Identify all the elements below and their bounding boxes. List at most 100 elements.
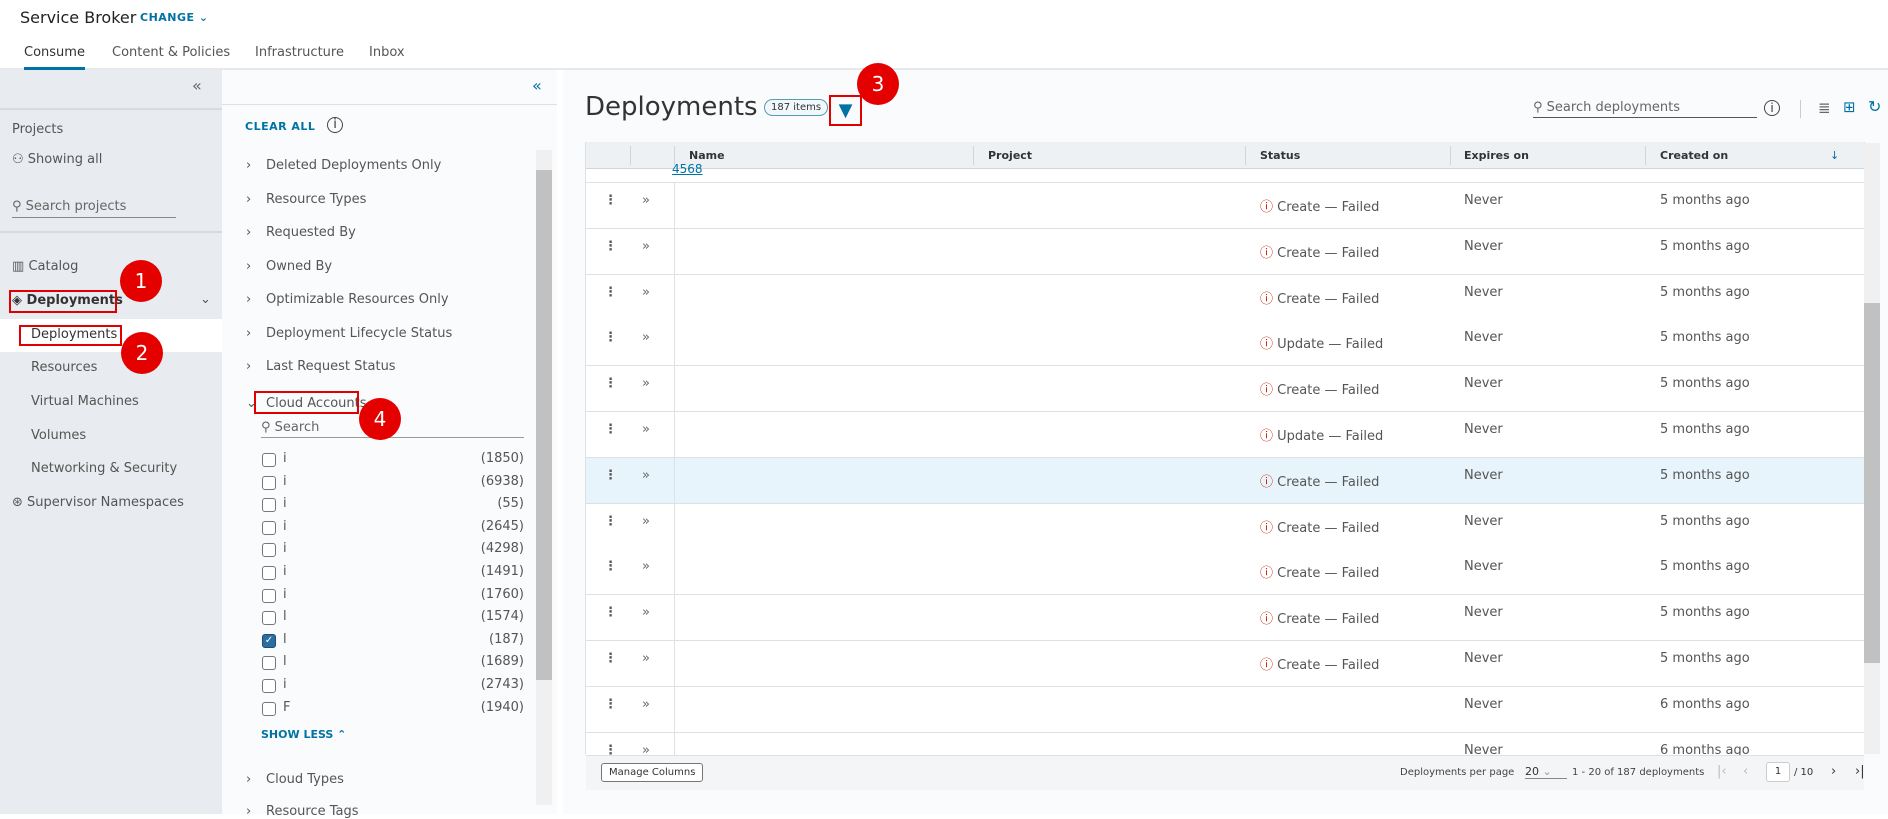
- deployment-name-link[interactable]: 4568: [672, 162, 703, 176]
- nav-resources[interactable]: Resources: [31, 360, 97, 375]
- expand-row-icon[interactable]: »: [642, 559, 650, 574]
- error-icon: ⓘ: [1260, 383, 1274, 399]
- next-page-icon[interactable]: ›: [1831, 764, 1836, 779]
- table-row[interactable]: ⋮ » ⓘ Create — Failed Never 5 months ago: [586, 183, 1864, 229]
- cloud-account-checkbox[interactable]: ✓: [262, 633, 276, 648]
- nav-supervisor-namespaces[interactable]: ⊛ Supervisor Namespaces: [12, 495, 184, 510]
- column-project[interactable]: Project: [988, 142, 1033, 169]
- row-actions-icon[interactable]: ⋮: [604, 651, 617, 666]
- refresh-icon[interactable]: ↻: [1868, 97, 1881, 116]
- expand-row-icon[interactable]: »: [642, 697, 650, 712]
- tab-content-policies[interactable]: Content & Policies: [112, 45, 230, 60]
- expand-row-icon[interactable]: »: [642, 239, 650, 254]
- page-input[interactable]: 1: [1766, 762, 1790, 782]
- expand-row-icon[interactable]: »: [642, 422, 650, 437]
- filter-cloud-types[interactable]: › Cloud Types: [246, 772, 344, 787]
- row-actions-icon[interactable]: ⋮: [604, 697, 617, 712]
- filter-item[interactable]: › Optimizable Resources Only: [246, 292, 449, 307]
- filter-icon[interactable]: ▼: [829, 95, 862, 126]
- cloud-account-checkbox[interactable]: [262, 453, 276, 467]
- list-view-icon[interactable]: ≣: [1818, 99, 1831, 117]
- chevron-down-icon[interactable]: ⌄: [200, 292, 211, 307]
- table-row[interactable]: ⋮ » ⓘ Create — Failed Never 5 months ago: [586, 595, 1864, 642]
- table-row[interactable]: ⋮ » Never 6 months ago: [586, 686, 1864, 733]
- column-expires-on[interactable]: Expires on: [1464, 142, 1529, 169]
- cloud-account-checkbox[interactable]: [262, 679, 276, 693]
- tab-inbox[interactable]: Inbox: [369, 45, 405, 60]
- table-row[interactable]: ⋮ » ⓘ Create — Failed Never 5 months ago: [586, 503, 1864, 550]
- expand-row-icon[interactable]: »: [642, 285, 650, 300]
- cloud-account-checkbox[interactable]: [262, 566, 276, 580]
- tab-consume[interactable]: Consume: [24, 45, 85, 70]
- nav-virtual-machines[interactable]: Virtual Machines: [31, 394, 139, 409]
- expand-row-icon[interactable]: »: [642, 330, 650, 345]
- grid-view-icon[interactable]: ⊞: [1843, 98, 1856, 116]
- table-row[interactable]: ⋮ » ⓘ Create — Failed Never 5 months ago: [586, 228, 1864, 275]
- show-less-button[interactable]: SHOW LESS ⌃: [261, 728, 346, 741]
- filter-scrollbar[interactable]: [536, 150, 552, 805]
- chevron-right-icon: ›: [246, 325, 252, 341]
- info-icon[interactable]: i: [1764, 100, 1780, 116]
- cloud-account-checkbox[interactable]: [262, 543, 276, 558]
- cloud-account-checkbox[interactable]: [262, 656, 276, 671]
- tab-infrastructure[interactable]: Infrastructure: [255, 45, 344, 60]
- cloud-account-checkbox[interactable]: [262, 520, 276, 535]
- row-actions-icon[interactable]: ⋮: [604, 514, 617, 529]
- filter-item[interactable]: › Resource Types: [246, 192, 366, 207]
- filter-resource-tags[interactable]: › Resource Tags: [246, 804, 359, 819]
- expand-row-icon[interactable]: »: [642, 651, 650, 666]
- manage-columns-button[interactable]: Manage Columns: [601, 763, 704, 782]
- table-row[interactable]: ⋮ » ⓘ Create — Failed Never 5 months ago: [586, 549, 1864, 596]
- row-actions-icon[interactable]: ⋮: [604, 330, 617, 345]
- prev-page-icon[interactable]: ‹: [1743, 764, 1748, 779]
- table-row[interactable]: ⋮ » ⓘ Create — Failed Never 5 months ago: [586, 641, 1864, 687]
- row-actions-icon[interactable]: ⋮: [604, 376, 617, 391]
- filter-item[interactable]: › Last Request Status: [246, 359, 396, 374]
- column-status[interactable]: Status: [1260, 142, 1301, 169]
- per-page-select[interactable]: 20 ⌄: [1525, 765, 1567, 779]
- table-row[interactable]: ⋮ » ⓘ Update — Failed Never 5 months ago: [586, 320, 1864, 367]
- cloud-account-checkbox[interactable]: [262, 588, 276, 603]
- row-actions-icon[interactable]: ⋮: [604, 285, 617, 300]
- nav-catalog[interactable]: ▥ Catalog: [12, 259, 78, 274]
- expand-row-icon[interactable]: »: [642, 468, 650, 483]
- cloud-account-checkbox[interactable]: [262, 475, 276, 490]
- row-actions-icon[interactable]: ⋮: [604, 559, 617, 574]
- filter-item[interactable]: › Deployment Lifecycle Status: [246, 326, 452, 341]
- sort-desc-icon[interactable]: ↓: [1830, 142, 1840, 169]
- column-created-on[interactable]: Created on: [1660, 142, 1729, 169]
- collapse-nav-icon[interactable]: «: [192, 76, 202, 95]
- clear-all-button[interactable]: CLEAR ALL: [245, 120, 315, 133]
- cloud-account-name: i: [283, 541, 287, 557]
- collapse-filter-icon[interactable]: «: [532, 76, 542, 95]
- table-row[interactable]: ⋮ » ⓘ Update — Failed Never 5 months ago: [586, 412, 1864, 458]
- table-row[interactable]: ⋮ » ⓘ Create — Failed Never 5 months ago: [586, 274, 1864, 321]
- expand-row-icon[interactable]: »: [642, 605, 650, 620]
- nav-networking-security[interactable]: Networking & Security: [31, 461, 177, 476]
- table-scrollbar[interactable]: [1864, 143, 1880, 754]
- row-actions-icon[interactable]: ⋮: [604, 605, 617, 620]
- showing-all[interactable]: ⚇ Showing all: [12, 152, 102, 167]
- info-icon[interactable]: i: [327, 117, 343, 133]
- row-actions-icon[interactable]: ⋮: [604, 468, 617, 483]
- table-row[interactable]: ⋮ » ⓘ Create — Failed Never 5 months ago: [586, 366, 1864, 413]
- row-actions-icon[interactable]: ⋮: [604, 239, 617, 254]
- nav-volumes[interactable]: Volumes: [31, 428, 86, 443]
- table-row[interactable]: ⋮ » ⓘ Create — Failed Never 5 months ago: [586, 457, 1864, 504]
- cloud-account-checkbox[interactable]: [262, 498, 276, 513]
- search-projects-input[interactable]: ⚲ Search projects: [12, 199, 176, 218]
- last-page-icon[interactable]: ›|: [1855, 764, 1865, 779]
- first-page-icon[interactable]: |‹: [1717, 764, 1727, 779]
- expand-row-icon[interactable]: »: [642, 376, 650, 391]
- filter-item[interactable]: › Deleted Deployments Only: [246, 158, 441, 173]
- row-actions-icon[interactable]: ⋮: [604, 193, 617, 208]
- search-deployments-input[interactable]: ⚲ Search deployments: [1533, 100, 1757, 118]
- expand-row-icon[interactable]: »: [642, 193, 650, 208]
- expand-row-icon[interactable]: »: [642, 514, 650, 529]
- cloud-account-checkbox[interactable]: [262, 701, 276, 716]
- filter-item[interactable]: › Owned By: [246, 259, 332, 274]
- cloud-account-checkbox[interactable]: [262, 611, 276, 626]
- change-button[interactable]: CHANGE ⌄: [140, 11, 209, 24]
- row-actions-icon[interactable]: ⋮: [604, 422, 617, 437]
- filter-item[interactable]: › Requested By: [246, 225, 356, 240]
